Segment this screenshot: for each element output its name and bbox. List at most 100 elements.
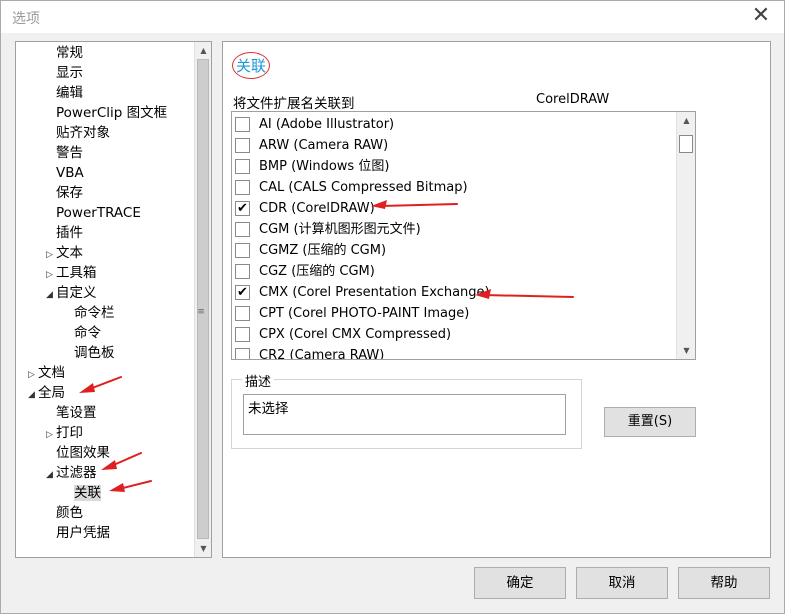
- tree-item-label: 调色板: [74, 345, 115, 361]
- scroll-up-icon[interactable]: ▲: [677, 112, 695, 129]
- scroll-down-icon[interactable]: ▼: [677, 342, 695, 359]
- file-type-label: CGM (计算机图形图元文件): [259, 222, 421, 237]
- tree-item-label: 警告: [56, 145, 83, 161]
- list-item[interactable]: ✔ CDR (CorelDRAW): [232, 198, 677, 219]
- expand-icon[interactable]: ▷: [46, 425, 56, 445]
- tree-item[interactable]: 笔设置: [56, 403, 97, 423]
- help-button[interactable]: 帮助: [678, 567, 770, 599]
- tree-item[interactable]: VBA: [56, 163, 84, 183]
- list-item[interactable]: ARW (Camera RAW): [232, 135, 677, 156]
- file-type-label: CR2 (Camera RAW): [259, 348, 385, 360]
- reset-button[interactable]: 重置(S): [604, 407, 696, 437]
- tree-item[interactable]: ▷ 文档: [28, 363, 65, 383]
- file-type-checkbox[interactable]: ✔: [235, 201, 250, 216]
- description-group: 描述 未选择: [231, 371, 582, 449]
- tree-item[interactable]: 调色板: [74, 343, 115, 363]
- tree-item[interactable]: 插件: [56, 223, 83, 243]
- file-type-label: AI (Adobe Illustrator): [259, 117, 395, 132]
- tree-item[interactable]: PowerClip 图文框: [56, 103, 167, 123]
- collapse-icon[interactable]: ◢: [28, 385, 38, 405]
- file-type-checkbox[interactable]: [235, 180, 250, 195]
- tree-item[interactable]: 常规: [56, 43, 83, 63]
- tree-item[interactable]: ◢ 过滤器: [46, 463, 97, 483]
- collapse-icon[interactable]: ◢: [46, 465, 56, 485]
- list-item[interactable]: CGM (计算机图形图元文件): [232, 219, 677, 240]
- section-title: 关联: [232, 52, 271, 79]
- scroll-down-icon[interactable]: ▼: [195, 540, 211, 557]
- list-scrollbar[interactable]: ▲ ▼: [676, 112, 695, 359]
- file-type-checkbox[interactable]: [235, 327, 250, 342]
- tree-item[interactable]: PowerTRACE: [56, 203, 141, 223]
- list-item[interactable]: ✔ CMX (Corel Presentation Exchange): [232, 282, 677, 303]
- title-bar: 选项 ✕: [1, 1, 784, 33]
- tree-item-label: 命令: [74, 325, 101, 341]
- tree-item[interactable]: 贴齐对象: [56, 123, 110, 143]
- file-type-label: CPT (Corel PHOTO-PAINT Image): [259, 306, 470, 321]
- file-type-label: CGMZ (压缩的 CGM): [259, 243, 387, 258]
- list-item[interactable]: CR2 (Camera RAW): [232, 345, 677, 360]
- list-item[interactable]: BMP (Windows 位图): [232, 156, 677, 177]
- expand-icon[interactable]: ▷: [28, 365, 38, 385]
- expand-icon[interactable]: ▷: [46, 265, 56, 285]
- tree-scrollbar[interactable]: ▲ ≡ ▼: [194, 42, 211, 557]
- cancel-button[interactable]: 取消: [576, 567, 668, 599]
- tree-item[interactable]: 编辑: [56, 83, 83, 103]
- file-type-checkbox[interactable]: [235, 348, 250, 359]
- file-type-label: ARW (Camera RAW): [259, 138, 389, 153]
- associations-panel: 关联 将文件扩展名关联到 CorelDRAW AI (Adobe Illustr…: [222, 41, 771, 558]
- list-item[interactable]: CAL (CALS Compressed Bitmap): [232, 177, 677, 198]
- tree-item-label: 打印: [56, 425, 83, 441]
- file-type-checkbox[interactable]: [235, 264, 250, 279]
- tree-item[interactable]: ▷ 文本: [46, 243, 83, 263]
- tree-item[interactable]: ◢ 自定义: [46, 283, 97, 303]
- file-type-label: BMP (Windows 位图): [259, 159, 390, 174]
- close-icon[interactable]: ✕: [748, 3, 774, 29]
- associate-header: 将文件扩展名关联到: [233, 96, 355, 112]
- file-type-checkbox[interactable]: [235, 159, 250, 174]
- tree-item-label: 文档: [38, 365, 65, 381]
- tree-item[interactable]: 警告: [56, 143, 83, 163]
- file-type-checkbox[interactable]: [235, 117, 250, 132]
- tree-scroll-thumb[interactable]: [197, 59, 209, 539]
- tree-item[interactable]: 关联: [74, 483, 101, 503]
- tree-item-label: 编辑: [56, 85, 83, 101]
- file-type-checkbox[interactable]: [235, 243, 250, 258]
- list-item[interactable]: CPX (Corel CMX Compressed): [232, 324, 677, 345]
- tree-item[interactable]: 颜色: [56, 503, 83, 523]
- file-type-checkbox[interactable]: [235, 306, 250, 321]
- tree-item[interactable]: 保存: [56, 183, 83, 203]
- file-type-checkbox[interactable]: [235, 138, 250, 153]
- tree-item-label: 关联: [74, 485, 101, 501]
- file-type-label: CMX (Corel Presentation Exchange): [259, 285, 490, 300]
- tree-item[interactable]: ▷ 工具箱: [46, 263, 97, 283]
- list-item[interactable]: AI (Adobe Illustrator): [232, 114, 677, 135]
- list-item[interactable]: CGMZ (压缩的 CGM): [232, 240, 677, 261]
- tree-item[interactable]: 命令: [74, 323, 101, 343]
- tree-item-label: 全局: [38, 385, 65, 401]
- file-type-checkbox[interactable]: ✔: [235, 285, 250, 300]
- tree-item-label: 显示: [56, 65, 83, 81]
- list-item[interactable]: CPT (Corel PHOTO-PAINT Image): [232, 303, 677, 324]
- tree-item[interactable]: ▷ 打印: [46, 423, 83, 443]
- tree-item-label: 保存: [56, 185, 83, 201]
- expand-icon[interactable]: ▷: [46, 245, 56, 265]
- file-type-label: CAL (CALS Compressed Bitmap): [259, 180, 468, 195]
- tree-item[interactable]: 位图效果: [56, 443, 110, 463]
- ok-button[interactable]: 确定: [474, 567, 566, 599]
- scroll-up-icon[interactable]: ▲: [195, 42, 211, 59]
- description-field: 未选择: [243, 394, 566, 435]
- tree-item[interactable]: ◢ 全局: [28, 383, 65, 403]
- tree-item-label: PowerClip 图文框: [56, 105, 168, 121]
- tree-item[interactable]: 用户凭据: [56, 523, 110, 543]
- target-app-label: CorelDRAW: [536, 92, 610, 107]
- collapse-icon[interactable]: ◢: [46, 285, 56, 305]
- file-type-checkbox[interactable]: [235, 222, 250, 237]
- tree-item-label: 位图效果: [56, 445, 110, 461]
- list-scroll-thumb[interactable]: [679, 135, 693, 153]
- tree-item-label: 自定义: [56, 285, 97, 301]
- options-tree: 常规显示编辑 PowerClip 图文框贴齐对象警告 VBA 保存 PowerTRACE…: [15, 41, 212, 558]
- tree-item[interactable]: 命令栏: [74, 303, 115, 323]
- tree-item[interactable]: 显示: [56, 63, 83, 83]
- file-type-list[interactable]: AI (Adobe Illustrator) ARW (Camera RAW) BM…: [231, 111, 696, 360]
- list-item[interactable]: CGZ (压缩的 CGM): [232, 261, 677, 282]
